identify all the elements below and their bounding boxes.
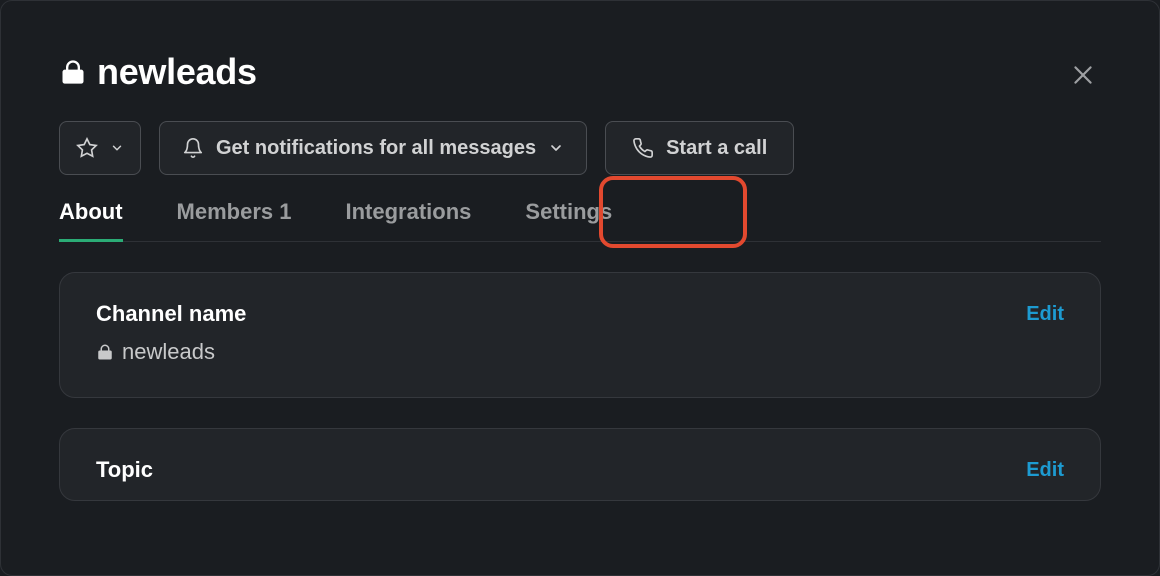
- close-icon: [1070, 62, 1096, 88]
- content-area: Channel name newleads Edit Topic Edit: [1, 242, 1159, 501]
- chevron-down-icon: [548, 140, 564, 156]
- tab-settings[interactable]: Settings: [525, 199, 612, 241]
- action-row: Get notifications for all messages Start…: [59, 121, 1101, 175]
- call-label: Start a call: [666, 137, 767, 160]
- start-call-button[interactable]: Start a call: [605, 121, 794, 175]
- edit-channel-name-link[interactable]: Edit: [1026, 303, 1064, 326]
- notifications-label: Get notifications for all messages: [216, 137, 536, 160]
- chevron-down-icon: [110, 141, 124, 155]
- modal-header: newleads Get notifications for all messa: [1, 1, 1159, 242]
- star-button[interactable]: [59, 121, 141, 175]
- title-row: newleads: [59, 51, 1101, 93]
- channel-name-title: Channel name: [96, 301, 1064, 327]
- channel-title: newleads: [97, 51, 257, 93]
- topic-title: Topic: [96, 457, 1064, 483]
- tab-about[interactable]: About: [59, 199, 123, 241]
- edit-topic-link[interactable]: Edit: [1026, 459, 1064, 482]
- tab-members[interactable]: Members 1: [177, 199, 292, 241]
- channel-name-value: newleads: [96, 339, 1064, 365]
- topic-card[interactable]: Topic Edit: [59, 428, 1101, 501]
- channel-name-card[interactable]: Channel name newleads Edit: [59, 272, 1101, 398]
- bell-icon: [182, 137, 204, 159]
- channel-details-modal: newleads Get notifications for all messa: [0, 0, 1160, 576]
- notifications-button[interactable]: Get notifications for all messages: [159, 121, 587, 175]
- tab-integrations[interactable]: Integrations: [346, 199, 472, 241]
- settings-highlight: [599, 176, 747, 248]
- lock-icon: [59, 57, 87, 87]
- phone-icon: [632, 137, 654, 159]
- tabs: About Members 1 Integrations Settings: [59, 199, 1101, 242]
- lock-icon: [96, 342, 114, 362]
- close-button[interactable]: [1065, 57, 1101, 93]
- star-icon: [76, 137, 98, 159]
